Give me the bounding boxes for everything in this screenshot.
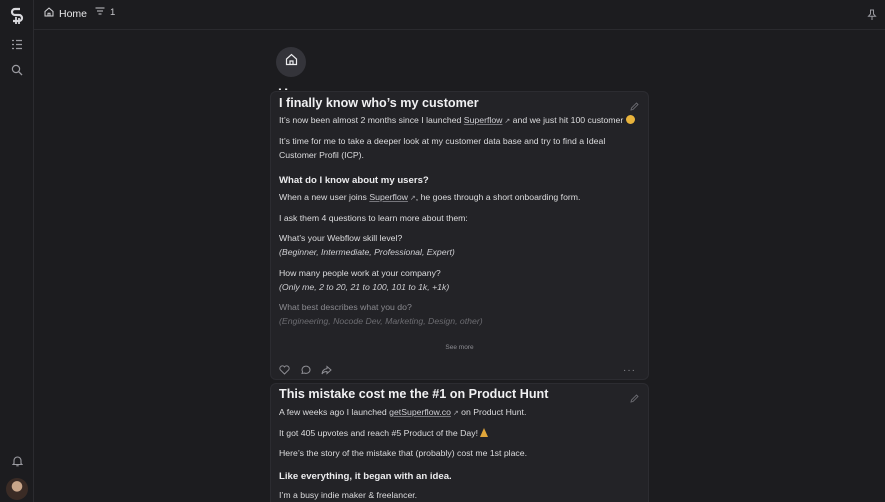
- text: on Product Hunt.: [458, 407, 527, 417]
- post-card[interactable]: This mistake cost me the #1 on Product H…: [270, 383, 649, 502]
- post-paragraph: It got 405 upvotes and reach #5 Product …: [279, 426, 489, 440]
- post-card[interactable]: I finally know who’s my customer It’s no…: [270, 91, 649, 380]
- answer-options: (Only me, 2 to 20, 21 to 100, 101 to 1k,…: [279, 282, 450, 292]
- post-paragraph: It’s time for me to take a deeper look a…: [279, 136, 606, 146]
- post-title[interactable]: I finally know who’s my customer: [279, 96, 479, 110]
- see-more-button[interactable]: See more: [271, 344, 648, 351]
- share-icon[interactable]: [321, 362, 332, 379]
- bell-icon[interactable]: [8, 452, 26, 470]
- text: and we just hit 100 customer: [510, 115, 624, 125]
- home-icon: [44, 7, 54, 20]
- answer-options: (Engineering, Nocode Dev, Marketing, Des…: [279, 316, 483, 326]
- post-paragraph: I’m a busy indie maker & freelancer.: [279, 490, 418, 500]
- post-actions: [279, 362, 332, 379]
- text: It got 405 upvotes and reach #5 Product …: [279, 428, 478, 438]
- pin-icon[interactable]: [867, 8, 877, 26]
- post-paragraph: I ask them 4 questions to learn more abo…: [279, 213, 468, 223]
- breadcrumb-home-label: Home: [59, 7, 88, 20]
- post-paragraph: A few weeks ago I launched getSuperflow.…: [279, 405, 526, 421]
- page-title: Home: [278, 82, 317, 90]
- text: It’s now been almost 2 months since I la…: [279, 115, 464, 125]
- post-paragraph: It’s now been almost 2 months since I la…: [279, 113, 635, 129]
- more-icon[interactable]: ···: [623, 365, 636, 376]
- comment-icon[interactable]: [300, 362, 311, 379]
- edit-icon[interactable]: [630, 390, 639, 408]
- emoji-icon: [625, 115, 635, 124]
- answer-options: (Beginner, Intermediate, Professional, E…: [279, 247, 455, 257]
- superflow-logo[interactable]: [8, 7, 26, 25]
- heart-icon[interactable]: [279, 362, 290, 379]
- superflow-link[interactable]: Superflow: [369, 192, 408, 202]
- filter-icon: [95, 7, 105, 18]
- topbar: Home 1: [34, 0, 885, 30]
- post-paragraph: Customer Profil (ICP).: [279, 150, 364, 160]
- external-link-icon: ↗: [407, 195, 416, 202]
- text: When a new user joins: [279, 192, 370, 202]
- superflow-link[interactable]: Superflow: [464, 115, 503, 125]
- filter-count: 1: [110, 7, 116, 18]
- post-title[interactable]: This mistake cost me the #1 on Product H…: [279, 387, 548, 401]
- list-icon[interactable]: [8, 35, 26, 53]
- section-heading: What do I know about my users?: [279, 175, 429, 186]
- avatar[interactable]: [6, 478, 28, 500]
- question: How many people work at your company?: [279, 268, 441, 278]
- home-icon: [285, 53, 298, 71]
- party-emoji-icon: [480, 428, 489, 437]
- text: A few weeks ago I launched: [279, 407, 390, 417]
- filter-button[interactable]: 1: [95, 7, 115, 18]
- sidebar: [0, 0, 34, 502]
- breadcrumb-home[interactable]: Home: [44, 7, 87, 20]
- search-icon[interactable]: [8, 61, 26, 79]
- section-heading: Like everything, it began with an idea.: [279, 471, 452, 482]
- post-paragraph: Here’s the story of the mistake that (pr…: [279, 448, 528, 458]
- external-link-icon: ↗: [450, 410, 459, 417]
- getsuperflow-link[interactable]: getSuperflow.co: [389, 407, 451, 417]
- question: What best describes what you do?: [279, 302, 412, 312]
- text: , he goes through a short onboarding for…: [415, 192, 581, 202]
- post-paragraph: When a new user joins Superflow ↗, he go…: [279, 190, 580, 206]
- question: What’s your Webflow skill level?: [279, 233, 403, 243]
- page-icon: [276, 47, 306, 77]
